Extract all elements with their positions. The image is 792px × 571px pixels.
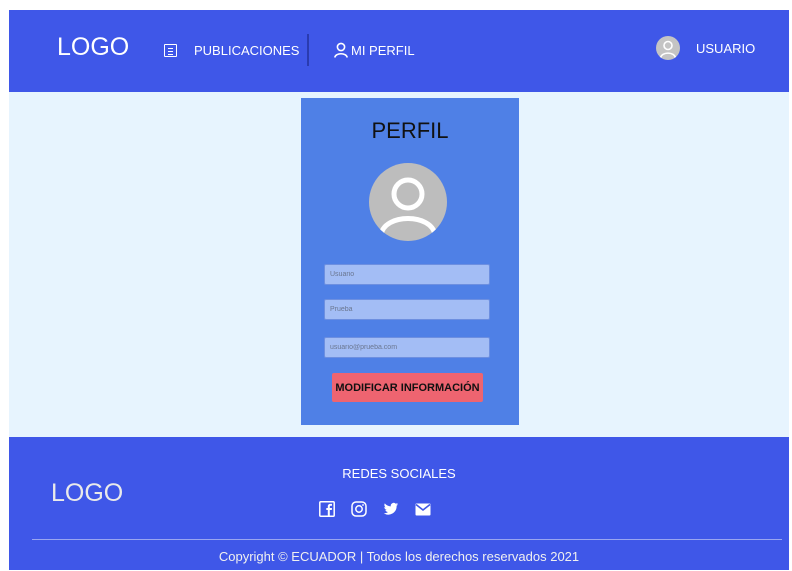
profile-card: PERFIL MODIFICAR INFORMACIÓN bbox=[301, 98, 519, 425]
social-links bbox=[319, 501, 447, 517]
footer: LOGO REDES SOCIALES Copyright © ECUADOR … bbox=[9, 437, 789, 570]
main-content: PERFIL MODIFICAR INFORMACIÓN bbox=[9, 92, 789, 437]
name-field[interactable] bbox=[324, 299, 490, 320]
list-icon bbox=[164, 43, 177, 57]
nav-item-label: PUBLICACIONES bbox=[194, 42, 300, 58]
mail-icon[interactable] bbox=[415, 501, 431, 517]
copyright-text: Copyright © ECUADOR | Todos los derechos… bbox=[218, 549, 580, 564]
header-logo[interactable]: LOGO bbox=[57, 33, 129, 62]
email-field[interactable] bbox=[324, 337, 490, 358]
profile-avatar-icon bbox=[369, 163, 447, 241]
nav-divider bbox=[307, 34, 309, 66]
avatar-icon bbox=[656, 36, 680, 60]
footer-logo[interactable]: LOGO bbox=[51, 479, 123, 508]
app-frame: LOGO PUBLICACIONES MI PERFIL USUARIO PER… bbox=[9, 10, 789, 570]
username-field[interactable] bbox=[324, 264, 490, 285]
modify-info-button[interactable]: MODIFICAR INFORMACIÓN bbox=[332, 373, 483, 402]
user-name: USUARIO bbox=[696, 40, 756, 56]
footer-divider bbox=[32, 539, 782, 540]
nav-item-publicaciones[interactable]: PUBLICACIONES bbox=[164, 40, 299, 60]
facebook-icon[interactable] bbox=[319, 501, 335, 517]
top-navbar: LOGO PUBLICACIONES MI PERFIL USUARIO bbox=[9, 10, 789, 92]
nav-item-mi-perfil[interactable]: MI PERFIL bbox=[333, 40, 415, 60]
user-menu[interactable]: USUARIO bbox=[656, 36, 755, 60]
social-title: REDES SOCIALES bbox=[342, 466, 456, 481]
user-icon bbox=[334, 42, 348, 58]
profile-title: PERFIL bbox=[371, 118, 449, 143]
nav-item-label: MI PERFIL bbox=[351, 42, 415, 58]
twitter-icon[interactable] bbox=[383, 501, 399, 517]
instagram-icon[interactable] bbox=[351, 501, 367, 517]
